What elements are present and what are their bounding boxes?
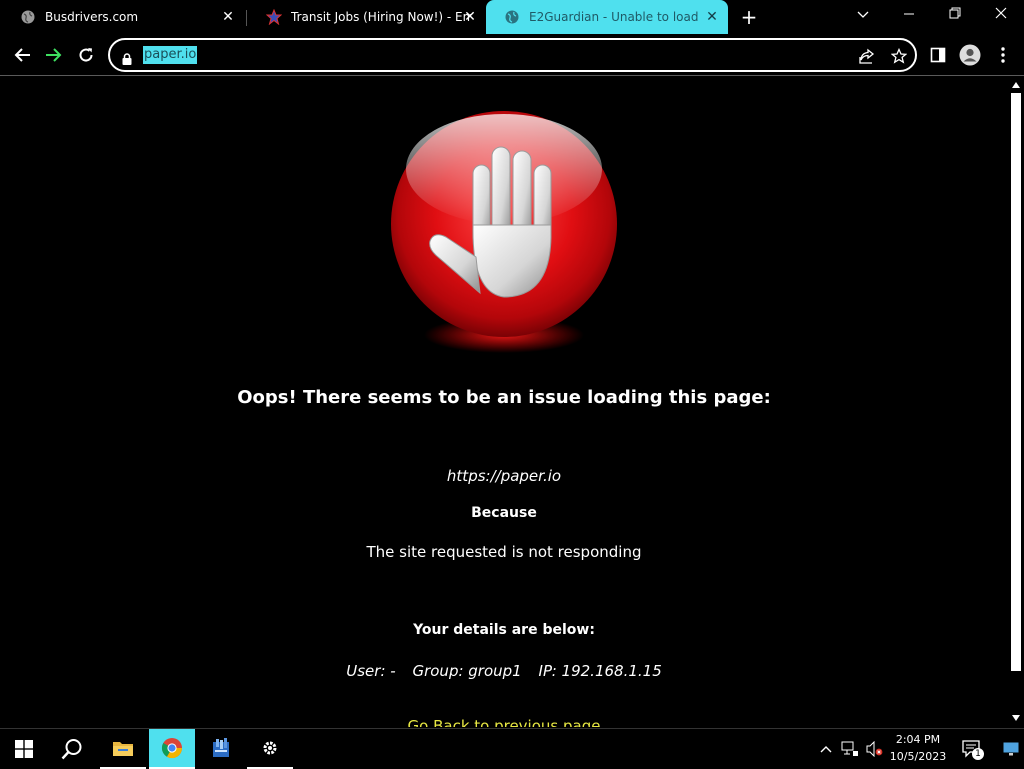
back-button[interactable] [9,42,35,68]
globe-icon [504,9,520,25]
chrome-icon [161,738,183,759]
minimize-button[interactable] [886,0,932,30]
profile-avatar-icon[interactable] [957,42,983,68]
app-button[interactable] [198,729,244,769]
start-button[interactable] [0,729,48,769]
scroll-down-arrow-icon[interactable] [1012,715,1020,721]
scroll-up-arrow-icon[interactable] [1012,82,1020,88]
share-icon[interactable] [857,46,877,66]
tab-separator [246,10,247,26]
search-icon [61,739,82,760]
blocked-url: https://paper.io [446,467,562,485]
side-panel-icon[interactable] [925,42,951,68]
show-desktop-button[interactable] [1000,739,1022,759]
network-icon[interactable] [840,739,860,759]
ip-value: IP: 192.168.1.15 [538,662,662,680]
settings-button[interactable] [247,729,293,769]
taskbar: 2:04 PM 10/5/2023 1 [0,728,1024,769]
error-heading: Oops! There seems to be an issue loading… [237,387,771,408]
volume-muted-icon[interactable] [864,739,884,759]
notification-count: 1 [972,748,984,760]
tab-strip: Busdrivers.com ✕ Transit Jobs (Hiring No… [0,0,1024,34]
file-explorer-button[interactable] [100,729,146,769]
clock-time: 2:04 PM [895,733,941,746]
vertical-scrollbar[interactable] [1008,77,1024,727]
globe-icon [20,9,36,25]
tab-title: Transit Jobs (Hiring Now!) - Empl [291,10,471,24]
chevron-up-icon[interactable] [816,739,836,759]
menu-kebab-icon[interactable] [990,42,1016,68]
windows-logo-icon [15,740,33,758]
star-icon [266,9,282,25]
tab-busdrivers[interactable]: Busdrivers.com ✕ [2,0,244,34]
close-tab-icon[interactable]: ✕ [462,9,478,25]
go-back-link[interactable]: Go Back to previous page [0,717,1008,727]
clock-date: 10/5/2023 [889,750,947,763]
bookmark-star-icon[interactable] [889,46,909,66]
reload-button[interactable] [73,42,99,68]
gear-icon [263,741,277,755]
block-reason: The site requested is not responding [366,543,642,561]
lock-icon[interactable] [122,50,132,65]
scroll-thumb[interactable] [1011,93,1021,671]
user-details: User: - Group: group1 IP: 192.168.1.15 [0,662,1008,680]
close-tab-icon[interactable]: ✕ [704,9,720,25]
new-tab-button[interactable]: + [738,5,760,29]
stop-hand-icon [391,111,617,353]
tab-transit-jobs[interactable]: Transit Jobs (Hiring Now!) - Empl ✕ [248,0,486,34]
tab-search-icon[interactable] [840,0,886,30]
tab-e2guardian[interactable]: E2Guardian - Unable to load web ✕ [486,0,728,34]
close-window-button[interactable] [978,0,1024,30]
folder-icon [113,742,133,756]
because-label: Because [471,505,537,521]
tab-title: Busdrivers.com [45,10,139,24]
address-bar[interactable]: paper.io [108,38,917,72]
tab-title: E2Guardian - Unable to load web [529,10,701,24]
search-button[interactable] [48,729,96,769]
notifications-button[interactable]: 1 [960,739,984,760]
server-manager-icon [213,738,229,757]
clock[interactable]: 2:04 PM 10/5/2023 [886,731,950,765]
url-text[interactable]: paper.io [143,46,198,64]
monitor-icon [1003,742,1019,756]
close-tab-icon[interactable]: ✕ [220,9,236,25]
forward-button[interactable] [41,42,67,68]
details-heading: Your details are below: [413,622,595,638]
group-value: Group: group1 [412,662,522,680]
chrome-button[interactable] [149,729,195,769]
user-value: User: - [346,662,396,680]
browser-toolbar: paper.io [0,34,1024,76]
restore-button[interactable] [932,0,978,30]
page-content: Oops! There seems to be an issue loading… [0,77,1008,727]
